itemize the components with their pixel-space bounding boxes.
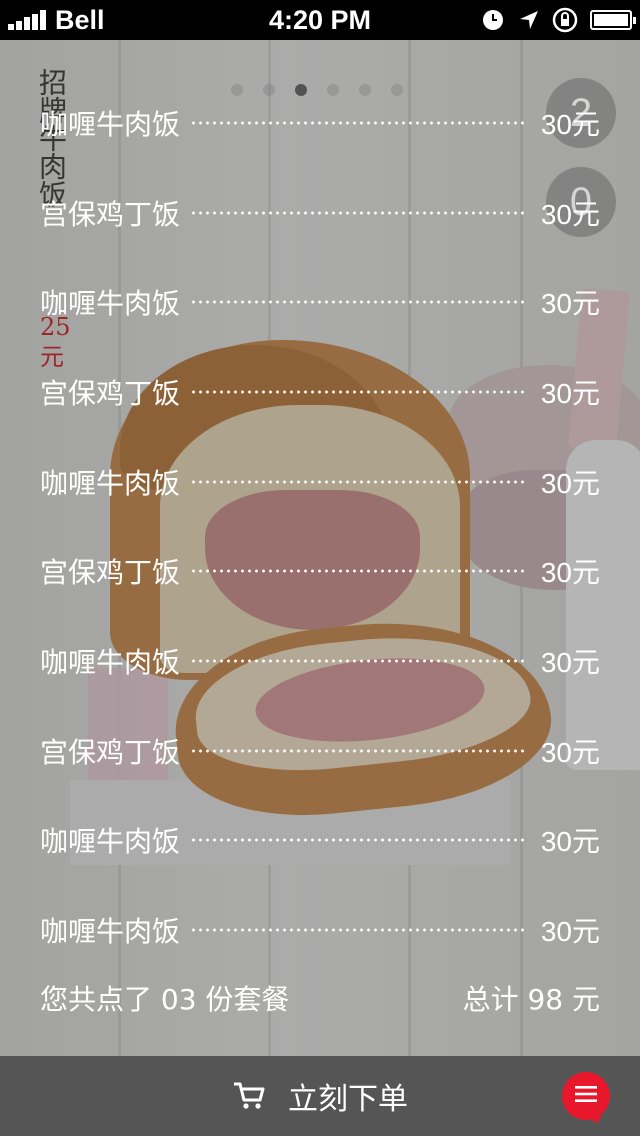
dotted-leader (190, 479, 527, 484)
order-item-name: 宫保鸡丁饭 (40, 197, 181, 231)
dotted-leader (190, 838, 527, 843)
order-item-name: 咖喱牛肉饭 (40, 107, 181, 141)
order-item-row[interactable]: 咖喱牛肉饭 30元 (40, 796, 600, 886)
dotted-leader (190, 389, 527, 394)
battery-icon (590, 10, 636, 30)
order-item-price: 30元 (540, 557, 600, 589)
order-item-price: 30元 (540, 467, 600, 499)
order-item-row[interactable]: 咖喱牛肉饭 30元 (40, 257, 600, 347)
order-total-text: 总计 98 元 (462, 983, 600, 1016)
place-order-button[interactable]: 立刻下单 (232, 1074, 408, 1118)
order-item-row[interactable]: 咖喱牛肉饭 30元 (40, 78, 600, 168)
order-item-name: 宫保鸡丁饭 (40, 735, 181, 769)
order-count-text: 您共点了 03 份套餐 (40, 983, 290, 1016)
bottom-bar: 立刻下单 (0, 1056, 640, 1136)
dotted-leader (190, 569, 527, 574)
dotted-leader (190, 120, 527, 125)
order-item-name: 咖喱牛肉饭 (40, 915, 181, 949)
order-item-row[interactable]: 宫保鸡丁饭 30元 (40, 706, 600, 796)
order-item-name: 咖喱牛肉饭 (40, 287, 181, 321)
rotation-lock-icon (552, 7, 578, 33)
order-item-name: 咖喱牛肉饭 (40, 645, 181, 679)
order-item-price: 30元 (540, 826, 600, 858)
location-arrow-icon (516, 7, 542, 33)
order-item-row[interactable]: 宫保鸡丁饭 30元 (40, 347, 600, 437)
order-item-row[interactable]: 宫保鸡丁饭 30元 (40, 168, 600, 258)
order-summary: 您共点了 03 份套餐 总计 98 元 (40, 968, 600, 1028)
alarm-clock-icon (480, 7, 506, 33)
order-item-price: 30元 (540, 288, 600, 320)
order-item-row[interactable]: 咖喱牛肉饭 30元 (40, 437, 600, 527)
order-item-price: 30元 (540, 736, 600, 768)
dotted-leader (190, 748, 527, 753)
dotted-leader (190, 658, 527, 663)
status-bar: Bell 4:20 PM (0, 0, 640, 40)
order-item-price: 30元 (540, 916, 600, 948)
place-order-label: 立刻下单 (288, 1082, 408, 1117)
cart-icon (232, 1081, 266, 1111)
order-item-row[interactable]: 宫保鸡丁饭 30元 (40, 526, 600, 616)
order-item-name: 咖喱牛肉饭 (40, 825, 181, 859)
order-item-name: 咖喱牛肉饭 (40, 466, 181, 500)
order-item-price: 30元 (540, 377, 600, 409)
dotted-leader (190, 300, 527, 305)
order-item-price: 30元 (540, 108, 600, 140)
menu-icon (575, 1085, 597, 1107)
order-item-row[interactable]: 咖喱牛肉饭 30元 (40, 616, 600, 706)
order-item-name: 宫保鸡丁饭 (40, 376, 181, 410)
dotted-leader (190, 928, 527, 933)
order-item-name: 宫保鸡丁饭 (40, 556, 181, 590)
menu-button[interactable] (562, 1072, 610, 1124)
order-item-price: 30元 (540, 646, 600, 678)
order-item-price: 30元 (540, 198, 600, 230)
status-icons (470, 6, 636, 34)
order-list: 咖喱牛肉饭 30元 宫保鸡丁饭 30元 咖喱牛肉饭 30元 宫保鸡丁饭 30元 … (40, 78, 600, 975)
dotted-leader (190, 210, 527, 215)
order-item-row[interactable]: 咖喱牛肉饭 30元 (40, 885, 600, 975)
